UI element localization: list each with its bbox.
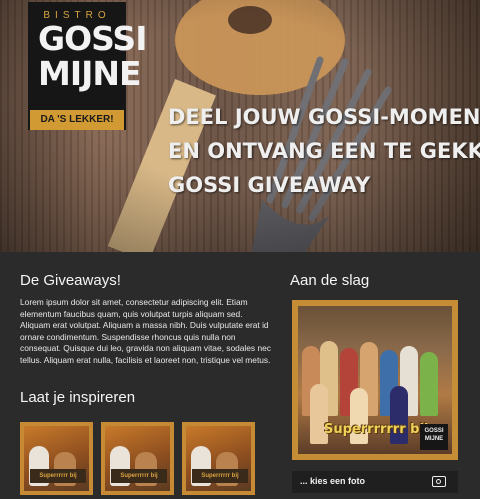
inspiration-thumb-2[interactable]: Superrrrrr bij (101, 422, 174, 495)
action-section: Aan de slag (290, 272, 460, 289)
photo-caption: Superrrrrrr bij (324, 422, 429, 437)
hero-headline: DEEL JOUW GOSSI-MOMENT EN ONTVANG EEN TE… (168, 100, 480, 202)
choose-photo-button[interactable]: ... kies een foto (292, 471, 458, 493)
featured-photo: Superrrrrrr bij GOSSI MIJNE (298, 306, 452, 454)
thumb-caption: Superrrrrr bij (30, 469, 86, 483)
featured-photo-frame[interactable]: Superrrrrrr bij GOSSI MIJNE (292, 300, 458, 460)
hero-headline-line-1: DEEL JOUW GOSSI-MOMENT (168, 105, 480, 129)
inspiration-thumb-1[interactable]: Superrrrrr bij (20, 422, 93, 495)
choose-photo-label: ... kies een foto (300, 476, 366, 486)
person (420, 352, 438, 416)
logo-line1: GOSSI (38, 19, 147, 58)
thumb-caption: Superrrrrr bij (111, 469, 167, 483)
logo-tagline: DA 'S LEKKER! (30, 110, 124, 130)
giveaways-section: De Giveaways! Lorem ipsum dolor sit amet… (20, 272, 272, 367)
inspiration-gallery: Superrrrrr bij Superrrrrr bij Superrrrrr… (20, 422, 255, 495)
hero-banner: BISTRO GOSSI MIJNE DA 'S LEKKER! DEEL JO… (0, 0, 480, 252)
hero-headline-line-3: GOSSI GIVEAWAY (168, 173, 371, 197)
photo-logo: GOSSI MIJNE (420, 424, 448, 450)
hero-headline-line-2: EN ONTVANG EEN TE GEKKE (168, 139, 480, 163)
thumb-caption: Superrrrrr bij (192, 469, 248, 483)
brand-logo[interactable]: BISTRO GOSSI MIJNE DA 'S LEKKER! (28, 2, 147, 130)
giveaways-title: De Giveaways! (20, 272, 121, 289)
action-title: Aan de slag (290, 272, 370, 289)
logo-line2: MIJNE (38, 54, 142, 93)
inspiration-thumb-3[interactable]: Superrrrrr bij (182, 422, 255, 495)
inspire-title: Laat je inspireren (20, 389, 136, 406)
giveaways-text: Lorem ipsum dolor sit amet, consectetur … (20, 297, 271, 365)
camera-icon[interactable] (432, 476, 446, 487)
